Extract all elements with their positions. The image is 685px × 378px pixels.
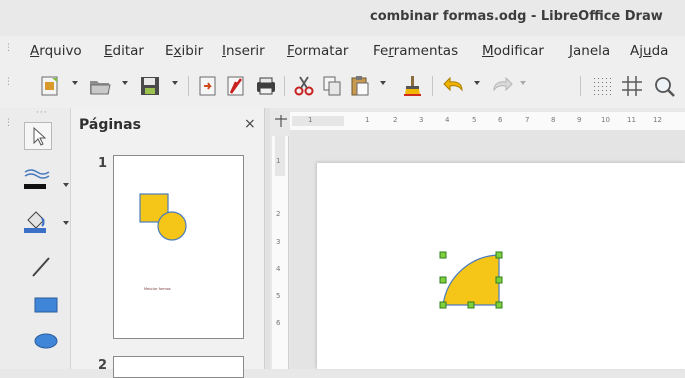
selection-handle[interactable] (495, 251, 503, 259)
horizontal-ruler[interactable]: 1 1 2 3 4 5 6 7 8 9 10 11 12 (290, 112, 685, 131)
window-title: combinar formas.odg - LibreOffice Draw (370, 9, 663, 24)
drawing-toolbar: ⋮ ··· (0, 108, 70, 369)
ruler-tick-label: 9 (577, 116, 582, 124)
ruler-tick-label: 8 (551, 116, 556, 124)
select-arrow-icon (33, 126, 47, 146)
menu-ferramentas[interactable]: Ferramentas (373, 43, 458, 59)
fill-color-button[interactable] (22, 206, 52, 234)
ruler-tick-label: 12 (653, 116, 662, 124)
redo-icon[interactable] (490, 74, 514, 98)
ruler-tick-label: 1 (308, 116, 313, 124)
ruler-tick-label: 3 (276, 238, 281, 246)
copy-icon[interactable] (320, 74, 344, 98)
line-color-icon (24, 169, 50, 189)
selection-handle[interactable] (467, 301, 475, 309)
selection-handle[interactable] (439, 301, 447, 309)
fill-color-dropdown-icon[interactable] (63, 221, 69, 225)
drawing-page[interactable] (317, 163, 685, 369)
ruler-tick-label: 6 (276, 319, 281, 327)
toolbar-separator (284, 76, 285, 96)
select-tool-button[interactable] (24, 122, 52, 150)
ruler-tick-label: 6 (498, 116, 503, 124)
ruler-margin-region (275, 136, 285, 176)
page-thumbnail-2[interactable] (113, 356, 244, 378)
menu-bar: ⋮ Arquivo Editar Exibir Inserir Formatar… (0, 36, 685, 64)
selection-handle[interactable] (439, 251, 447, 259)
toolbar-separator (580, 76, 581, 96)
ruler-tick-label: 2 (276, 210, 281, 218)
menu-modificar[interactable]: Modificar (482, 43, 544, 59)
toolbar-separator (188, 76, 189, 96)
ellipse-tool-button[interactable] (32, 330, 60, 352)
menu-formatar[interactable]: Formatar (287, 43, 348, 59)
ruler-tick-label: 4 (445, 116, 450, 124)
print-icon[interactable] (254, 74, 278, 98)
ruler-tick-label: 7 (525, 116, 530, 124)
cut-icon[interactable] (292, 74, 316, 98)
pages-pane-title: Páginas (79, 117, 141, 133)
new-dropdown-icon[interactable] (72, 81, 78, 85)
toolbar-separator (432, 76, 433, 96)
menu-janela[interactable]: Janela (569, 43, 610, 59)
menu-inserir[interactable]: Inserir (222, 43, 265, 59)
thumbnail-shapes (139, 193, 187, 241)
helplines-icon[interactable] (620, 74, 644, 98)
page-number-2: 2 (98, 358, 108, 373)
clone-formatting-icon[interactable] (400, 74, 424, 98)
line-tool-button[interactable] (28, 254, 54, 280)
page-number-1: 1 (98, 156, 108, 171)
ruler-tick-label: 3 (419, 116, 424, 124)
paste-icon[interactable] (348, 74, 372, 98)
ruler-tick-label: 4 (276, 265, 281, 273)
undo-icon[interactable] (442, 74, 466, 98)
quarter-circle-shape[interactable] (437, 249, 507, 314)
title-bar: combinar formas.odg - LibreOffice Draw (0, 0, 685, 36)
export-pdf-icon[interactable] (224, 74, 248, 98)
drawing-toolbar-grip: ⋮ (4, 118, 14, 128)
selection-handle[interactable] (439, 276, 447, 284)
line-color-dropdown-icon[interactable] (63, 183, 69, 187)
ruler-tick-label: 11 (627, 116, 636, 124)
thumbnail-caption: Mesclar formas (144, 287, 171, 291)
ruler-tick-label: 1 (365, 116, 370, 124)
selection-handle[interactable] (495, 276, 503, 284)
ellipse-icon (34, 333, 58, 349)
open-icon[interactable] (88, 74, 112, 98)
paste-dropdown-icon[interactable] (380, 81, 386, 85)
ruler-tick-label: 5 (472, 116, 477, 124)
page-thumbnail-1[interactable]: Mesclar formas (113, 155, 244, 339)
undo-dropdown-icon[interactable] (474, 81, 480, 85)
zoom-icon[interactable] (652, 74, 676, 98)
open-dropdown-icon[interactable] (122, 81, 128, 85)
ruler-tick-label: 2 (393, 116, 398, 124)
drawing-toolbar-top-grip: ··· (36, 108, 48, 118)
ruler-tick-label: 5 (276, 292, 281, 300)
ruler-origin-icon[interactable] (274, 112, 288, 130)
standard-toolbar: ⋮ (0, 64, 685, 108)
line-color-button[interactable] (22, 164, 52, 192)
pane-splitter[interactable] (264, 108, 270, 369)
menu-exibir[interactable]: Exibir (165, 43, 203, 59)
new-icon[interactable] (38, 74, 62, 98)
fill-color-icon (24, 211, 46, 233)
toolbar-grip: ⋮ (4, 77, 14, 87)
menu-editar[interactable]: Editar (104, 43, 144, 59)
menu-grip: ⋮ (4, 43, 14, 53)
ruler-margin-region (292, 116, 344, 126)
pages-pane-close-button[interactable]: × (244, 116, 256, 132)
rectangle-icon (34, 297, 58, 313)
grid-icon[interactable] (590, 74, 614, 98)
export-icon[interactable] (196, 74, 220, 98)
menu-ajuda[interactable]: Ajuda (630, 43, 668, 59)
save-icon[interactable] (138, 74, 162, 98)
redo-dropdown-icon[interactable] (520, 81, 526, 85)
menu-arquivo[interactable]: Arquivo (30, 43, 82, 59)
rectangle-tool-button[interactable] (32, 294, 60, 316)
ruler-tick-label: 10 (601, 116, 610, 124)
line-icon (32, 257, 50, 277)
ruler-tick-label: 1 (276, 157, 281, 165)
selection-handle[interactable] (495, 301, 503, 309)
vertical-ruler[interactable]: 1 2 3 4 5 6 (272, 136, 289, 369)
save-dropdown-icon[interactable] (172, 81, 178, 85)
